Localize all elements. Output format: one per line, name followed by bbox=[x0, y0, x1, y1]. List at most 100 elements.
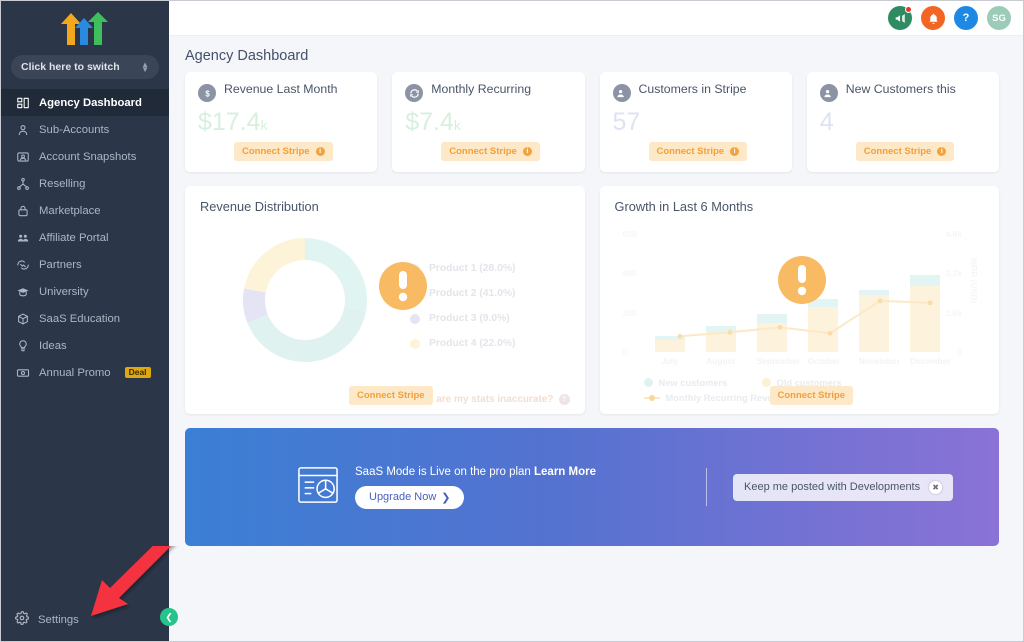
avatar[interactable]: SG bbox=[987, 6, 1011, 30]
x-tick-label: October bbox=[807, 356, 840, 366]
kpi-connect-stripe-button[interactable]: Connect Stripe i bbox=[234, 142, 333, 161]
new-customer-circle-icon bbox=[819, 84, 838, 102]
mrr-data-point[interactable] bbox=[877, 298, 882, 304]
megaphone-icon[interactable] bbox=[888, 6, 912, 30]
dashboard-grid-icon bbox=[15, 95, 30, 110]
mrr-line-path bbox=[680, 301, 930, 336]
mrr-data-point[interactable] bbox=[927, 300, 932, 306]
growth-warning-icon[interactable] bbox=[777, 256, 826, 304]
kpi-value-suffix: k bbox=[260, 117, 268, 133]
network-share-icon bbox=[15, 176, 30, 191]
kpi-connect-stripe-button[interactable]: Connect Stripe i bbox=[648, 142, 748, 161]
x-tick-label: September bbox=[756, 356, 800, 366]
sidebar-item-marketplace[interactable]: Marketplace bbox=[1, 197, 169, 224]
kpi-connect-stripe-button[interactable]: Connect Stripe i bbox=[855, 142, 955, 161]
legend-label: Product 2 (41.0%) bbox=[429, 288, 516, 299]
mrr-data-point[interactable] bbox=[827, 330, 832, 336]
sidebar-item-label: Reselling bbox=[39, 177, 86, 190]
donut-legend-item[interactable]: Product 3 (9.0%) bbox=[410, 306, 570, 331]
y-tick-label: 400 bbox=[622, 268, 637, 279]
kpi-value-number: 4 bbox=[819, 108, 834, 136]
kpi-head: Monthly Recurring Revenue bbox=[405, 83, 571, 102]
x-axis-labels: July August September October November Decemb… bbox=[655, 356, 950, 366]
kpi-title: New Customers this Month bbox=[845, 83, 956, 98]
app-window: Click here to switch ▲ ▼ Agency Dashboard… bbox=[0, 0, 1024, 642]
sidebar-item-account-snapshots[interactable]: Account Snapshots bbox=[1, 143, 169, 170]
legend-label: Product 3 (9.0%) bbox=[429, 313, 510, 324]
kpi-value-suffix: k bbox=[453, 117, 461, 133]
kpi-head: New Customers this Month bbox=[819, 83, 986, 102]
donut-legend-item[interactable]: Product 2 (41.0%) bbox=[410, 281, 570, 306]
kpi-card: Customers in Stripe 57 Connect Stripe i bbox=[599, 72, 792, 172]
settings-label: Settings bbox=[38, 613, 79, 626]
close-icon[interactable]: ✖ bbox=[929, 480, 943, 494]
upgrade-now-button[interactable]: Upgrade Now ❯ bbox=[355, 485, 465, 509]
mrr-data-point[interactable] bbox=[727, 329, 732, 335]
donut-chart bbox=[200, 220, 410, 380]
kpi-head: Customers in Stripe bbox=[612, 83, 779, 102]
revenue-warning-icon[interactable] bbox=[379, 262, 427, 310]
help-icon[interactable]: ? bbox=[954, 6, 978, 30]
mrr-data-point[interactable] bbox=[677, 333, 682, 339]
donut-legend: Product 1 (28.0%) Product 2 (41.0%) Prod… bbox=[410, 220, 570, 380]
sidebar-item-settings[interactable]: Settings bbox=[1, 611, 169, 641]
kpi-title: Revenue Last Month bbox=[224, 83, 338, 96]
donut-slice[interactable] bbox=[305, 238, 367, 312]
sidebar-item-reselling[interactable]: Reselling bbox=[1, 170, 169, 197]
exclamation-icon bbox=[797, 265, 806, 296]
mrr-data-point[interactable] bbox=[777, 325, 782, 330]
sidebar-item-ideas[interactable]: Ideas bbox=[1, 332, 169, 359]
stats-inaccurate-text: Why are my stats inaccurate? bbox=[412, 394, 554, 405]
revenue-connect-stripe-button[interactable]: Connect Stripe bbox=[349, 386, 433, 405]
sidebar-nav: Agency Dashboard Sub-Accounts Account Snap… bbox=[1, 89, 169, 614]
kpi-head: $ Revenue Last Month bbox=[198, 83, 364, 102]
developments-chip[interactable]: Keep me posted with Developments ✖ bbox=[733, 473, 954, 501]
stats-inaccurate-link[interactable]: Why are my stats inaccurate? ? bbox=[412, 394, 570, 405]
kpi-card-row: $ Revenue Last Month $17.4k Connect Stri… bbox=[185, 72, 999, 172]
learn-more-link[interactable]: Learn More bbox=[534, 466, 596, 478]
x-tick-label: August bbox=[706, 356, 736, 366]
sidebar-item-sub-accounts[interactable]: Sub-Accounts bbox=[1, 116, 169, 143]
logo-arrows-icon bbox=[61, 12, 108, 45]
donut-legend-item[interactable]: Product 4 (22.0%) bbox=[410, 331, 570, 356]
banner-headline: SaaS Mode is Live on the pro plan Learn … bbox=[355, 466, 596, 478]
legend-label: Product 4 (22.0%) bbox=[429, 338, 516, 349]
chevron-updown-icon: ▲ ▼ bbox=[141, 60, 149, 74]
box-cube-icon bbox=[15, 311, 30, 326]
sidebar-item-affiliate-portal[interactable]: Affiliate Portal bbox=[1, 224, 169, 251]
legend-label: Product 1 (28.0%) bbox=[429, 263, 516, 274]
growth-connect-stripe-button[interactable]: Connect Stripe bbox=[769, 386, 854, 405]
kpi-connect-stripe-label: Connect Stripe bbox=[656, 146, 725, 157]
revenue-distribution-card: Revenue Distribution Product 1 (28.0%) P… bbox=[185, 186, 585, 414]
sidebar-item-partners[interactable]: Partners bbox=[1, 251, 169, 278]
banner-divider bbox=[706, 468, 708, 506]
sidebar-collapse-button[interactable]: ❮ bbox=[160, 608, 178, 626]
kpi-connect-stripe-label: Connect Stripe bbox=[242, 146, 310, 157]
lightbulb-icon bbox=[15, 338, 30, 353]
account-switcher-label: Click here to switch bbox=[21, 61, 120, 73]
sidebar-item-agency-dashboard[interactable]: Agency Dashboard bbox=[1, 89, 169, 116]
legend-new-customers: New customers bbox=[643, 378, 762, 388]
account-switcher[interactable]: Click here to switch ▲ ▼ bbox=[11, 55, 159, 79]
sidebar-item-label: Account Snapshots bbox=[39, 150, 137, 163]
bell-icon[interactable] bbox=[921, 6, 945, 30]
lock-icon bbox=[15, 203, 30, 218]
donut-slice[interactable] bbox=[244, 238, 305, 293]
kpi-card: $ Revenue Last Month $17.4k Connect Stri… bbox=[185, 72, 378, 172]
legend-swatch bbox=[410, 313, 420, 324]
kpi-connect-stripe-button[interactable]: Connect Stripe i bbox=[441, 142, 540, 161]
sidebar-item-university[interactable]: University bbox=[1, 278, 169, 305]
sidebar-item-saas-education[interactable]: SaaS Education bbox=[1, 305, 169, 332]
revenue-distribution-title: Revenue Distribution bbox=[200, 199, 319, 214]
donut-legend-item[interactable]: Product 1 (28.0%) bbox=[410, 256, 570, 281]
logo[interactable] bbox=[1, 1, 169, 51]
sidebar-item-label: University bbox=[39, 285, 89, 298]
sidebar-item-label: Affiliate Portal bbox=[39, 231, 109, 244]
sidebar: Click here to switch ▲ ▼ Agency Dashboard… bbox=[1, 1, 178, 641]
sidebar-item-annual-promo[interactable]: Annual Promo Deal bbox=[1, 359, 169, 386]
question-icon: ? bbox=[558, 394, 570, 405]
sidebar-item-label: Annual Promo bbox=[39, 366, 111, 379]
page-title: Agency Dashboard bbox=[185, 48, 309, 64]
dollar-circle-icon: $ bbox=[198, 84, 216, 102]
sidebar-item-label: Sub-Accounts bbox=[39, 123, 110, 136]
